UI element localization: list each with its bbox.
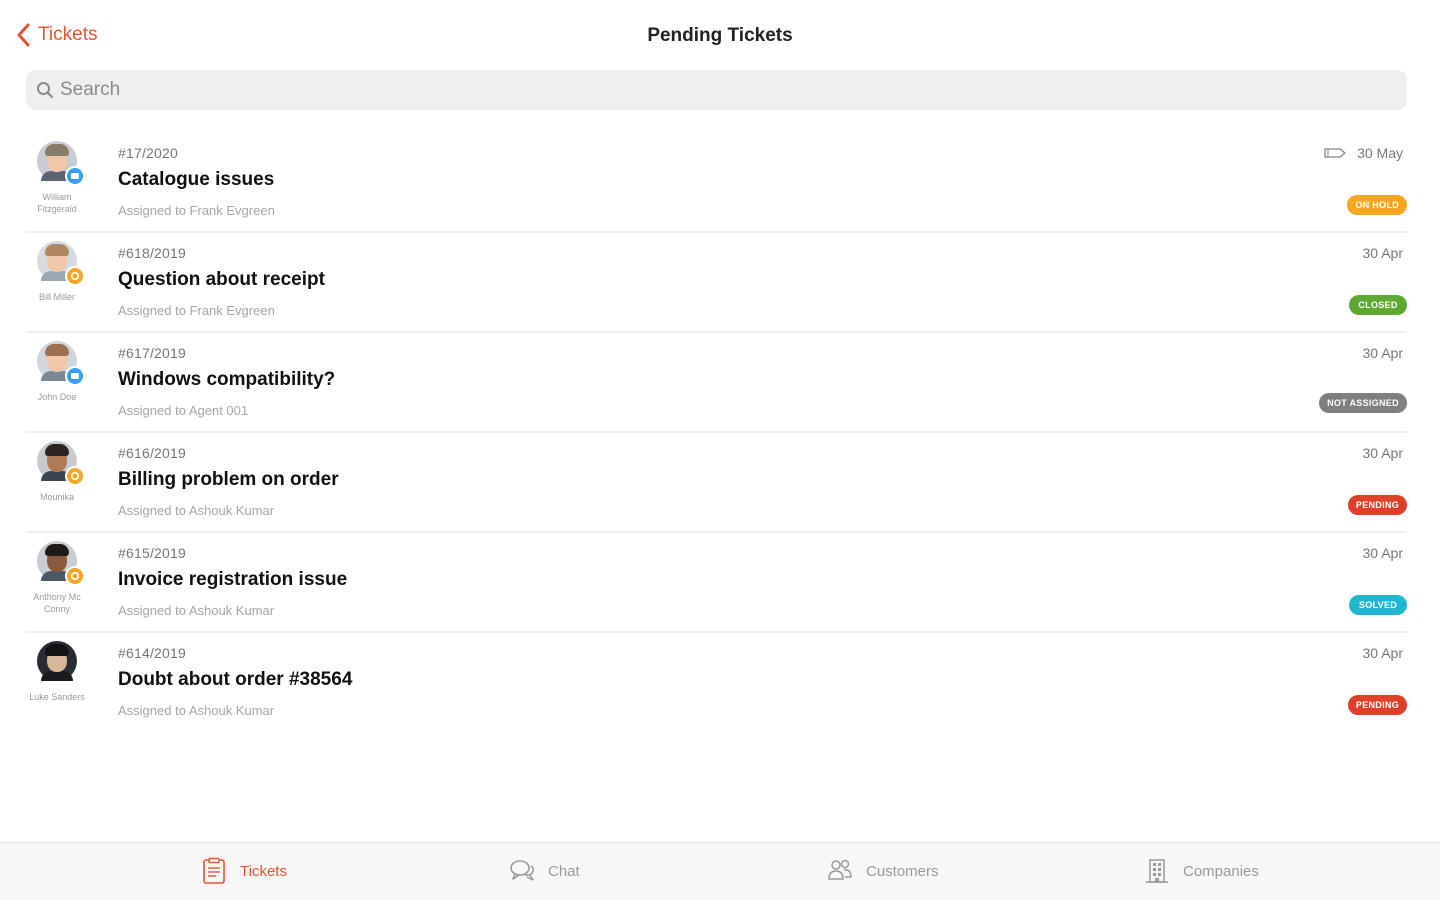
ticket-list: William Fitzgerald #17/2020 Catalogue is…	[26, 133, 1407, 733]
customers-icon	[828, 859, 852, 880]
ticket-assignee: Assigned to Ashouk Kumar	[118, 503, 275, 518]
ticket-date: 30 Apr	[1362, 445, 1403, 461]
navigation-bar: Tickets Pending Tickets	[0, 0, 1440, 70]
status-badge: PENDING	[1347, 695, 1407, 715]
page-title: Pending Tickets	[647, 25, 793, 46]
customer-avatar-block: William Fitzgerald	[26, 141, 88, 215]
ticket-subject: Question about receipt	[118, 269, 325, 290]
ticket-date: 30 Apr	[1362, 645, 1403, 661]
tag-icon	[1324, 148, 1346, 158]
tab-customers-label: Customers	[866, 862, 939, 880]
ticket-date: 30 May	[1357, 145, 1403, 161]
tab-companies[interactable]: Companies	[1143, 857, 1259, 885]
avatar	[37, 641, 77, 681]
ticket-assignee: Assigned to Ashouk Kumar	[118, 603, 275, 618]
status-badge: ON HOLD	[1347, 195, 1407, 215]
avatar	[37, 241, 85, 286]
search-icon	[37, 82, 53, 98]
avatar	[37, 141, 85, 186]
ticket-id: #617/2019	[118, 345, 186, 361]
companies-icon	[1146, 859, 1168, 883]
email-channel-icon	[65, 266, 85, 286]
tab-tickets[interactable]: Tickets	[200, 857, 287, 885]
customer-name: Anthony Mc Conny	[33, 592, 81, 614]
ticket-subject: Invoice registration issue	[118, 569, 348, 590]
ticket-date: 30 Apr	[1362, 245, 1403, 261]
status-badge: NOT ASSIGNED	[1319, 393, 1407, 413]
ticket-subject: Billing problem on order	[118, 469, 339, 490]
ticket-subject: Windows compatibility?	[118, 369, 336, 390]
customer-name: William Fitzgerald	[37, 192, 77, 214]
customer-avatar-block: Mounika	[26, 441, 88, 503]
ticket-subject: Catalogue issues	[118, 169, 275, 190]
ticket-row[interactable]: Anthony Mc Conny #615/2019 Invoice regis…	[26, 533, 1407, 633]
ticket-row[interactable]: John Doe #617/2019 Windows compatibility…	[26, 333, 1407, 433]
tab-chat[interactable]: Chat	[508, 857, 580, 885]
email-channel-icon	[65, 566, 85, 586]
ticket-id: #614/2019	[118, 645, 186, 661]
ticket-id: #618/2019	[118, 245, 186, 261]
chat-icon	[510, 860, 535, 881]
customer-avatar-block: John Doe	[26, 341, 88, 403]
customer-avatar-block: Bill Miller	[26, 241, 88, 303]
status-badge: SOLVED	[1349, 595, 1407, 615]
tab-companies-label: Companies	[1183, 862, 1259, 880]
customer-name: Mounika	[39, 492, 75, 502]
ticket-row[interactable]: Luke Sanders #614/2019 Doubt about order…	[26, 633, 1407, 733]
ticket-assignee: Assigned to Frank Evgreen	[118, 203, 275, 218]
search-input[interactable]	[60, 79, 1360, 101]
ticket-id: #17/2020	[118, 145, 178, 161]
ticket-assignee: Assigned to Frank Evgreen	[118, 303, 275, 318]
ticket-subject: Doubt about order #38564	[118, 669, 353, 690]
ticket-date: 30 Apr	[1362, 345, 1403, 361]
customer-avatar-block: Anthony Mc Conny	[26, 541, 88, 615]
tab-bar: Tickets Chat Customers Companies	[0, 842, 1440, 900]
avatar	[37, 541, 85, 586]
customer-name: Luke Sanders	[29, 692, 85, 702]
ticket-assignee: Assigned to Agent 001	[118, 403, 249, 418]
status-badge: CLOSED	[1349, 295, 1407, 315]
email-channel-icon	[65, 466, 85, 486]
ticket-row[interactable]: William Fitzgerald #17/2020 Catalogue is…	[26, 133, 1407, 233]
search-bar[interactable]	[26, 70, 1407, 110]
ticket-assignee: Assigned to Ashouk Kumar	[118, 703, 275, 718]
customer-name: Bill Miller	[39, 292, 75, 302]
status-badge: PENDING	[1347, 495, 1407, 515]
ticket-date: 30 Apr	[1362, 545, 1403, 561]
ticket-id: #616/2019	[118, 445, 186, 461]
customer-name: John Doe	[37, 392, 77, 402]
ticket-row[interactable]: Mounika #616/2019 Billing problem on ord…	[26, 433, 1407, 533]
chat-channel-icon	[65, 166, 85, 186]
tab-tickets-label: Tickets	[240, 862, 287, 880]
ticket-id: #615/2019	[118, 545, 186, 561]
tab-customers[interactable]: Customers	[826, 857, 939, 885]
tickets-icon	[203, 857, 225, 884]
ticket-row[interactable]: Bill Miller #618/2019 Question about rec…	[26, 233, 1407, 333]
avatar	[37, 441, 85, 486]
customer-avatar-block: Luke Sanders	[26, 641, 88, 703]
tab-chat-label: Chat	[548, 862, 580, 880]
avatar	[37, 341, 85, 386]
chat-channel-icon	[65, 366, 85, 386]
